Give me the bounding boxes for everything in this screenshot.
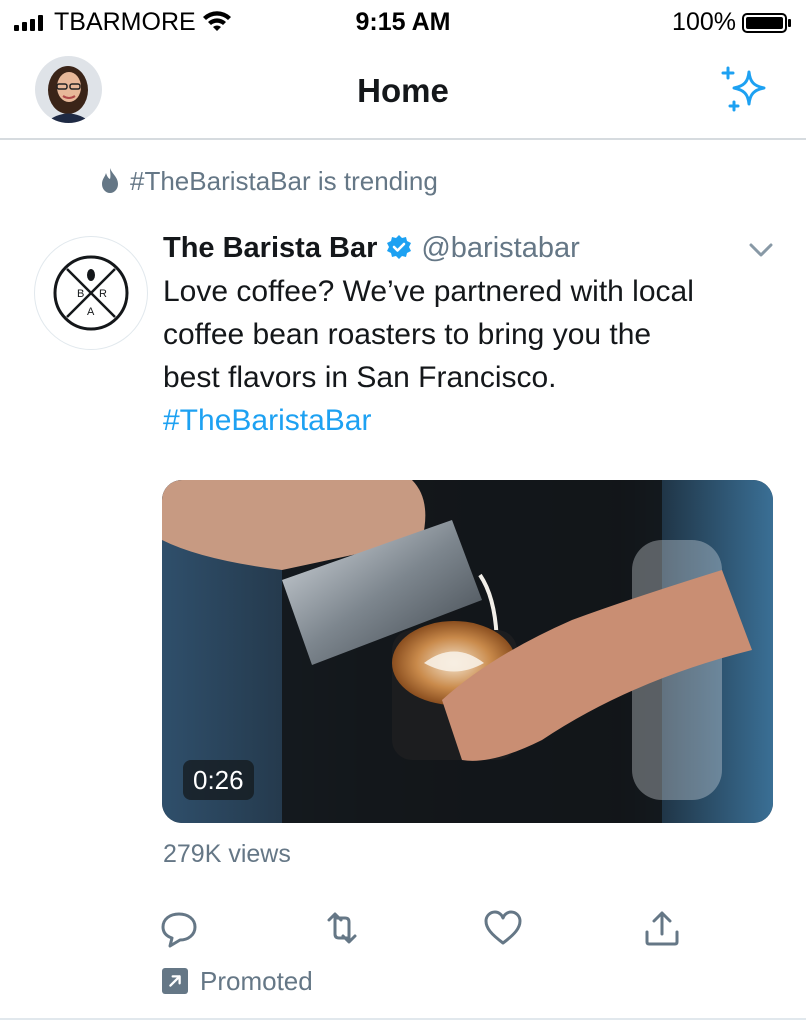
author-avatar[interactable]: B R A [34, 236, 148, 350]
hashtag-link[interactable]: #TheBaristaBar [163, 399, 783, 442]
promoted-label[interactable]: Promoted [162, 963, 313, 999]
tweet-header: The Barista Bar @baristabar [163, 228, 580, 268]
tweet-text-line: coffee bean roasters to bring you the [163, 318, 652, 351]
like-button[interactable] [481, 906, 525, 950]
video-duration: 0:26 [183, 760, 254, 800]
battery-icon [742, 13, 791, 33]
status-bar: TBARMORE 9:15 AM 100% [0, 0, 806, 44]
tweet-text-line: best flavors in San Francisco. [163, 361, 557, 394]
svg-text:B: B [77, 288, 84, 300]
verified-badge-icon [387, 235, 412, 259]
carrier-name: TBARMORE [54, 8, 196, 36]
retweet-button[interactable] [320, 906, 364, 950]
chevron-down-icon[interactable] [748, 240, 774, 260]
retweet-icon [327, 912, 357, 944]
svg-text:R: R [99, 288, 107, 300]
tweet-text-line: Love coffee? We’ve partnered with local [163, 275, 694, 308]
share-icon [645, 911, 679, 946]
top-nav-bar: Home [0, 44, 806, 140]
author-handle[interactable]: @baristabar [421, 232, 579, 265]
social-context-text: #TheBaristaBar is trending [130, 165, 438, 196]
user-avatar[interactable] [35, 56, 102, 123]
signal-strength-icon [14, 15, 46, 31]
video-thumbnail [162, 480, 773, 823]
reply-icon [161, 912, 197, 948]
social-context: #TheBaristaBar is trending [98, 162, 438, 200]
sparkle-icon[interactable] [718, 64, 774, 120]
reply-button[interactable] [157, 906, 201, 950]
promoted-arrow-icon [162, 968, 188, 994]
battery-percent: 100% [672, 8, 736, 36]
page-title: Home [357, 72, 449, 109]
view-count: 279K views [163, 840, 291, 868]
tweet-actions [0, 906, 806, 950]
author-name[interactable]: The Barista Bar [163, 232, 377, 265]
status-time: 9:15 AM [355, 8, 451, 36]
wifi-icon [203, 11, 231, 31]
divider [0, 1018, 806, 1020]
flame-icon [102, 168, 118, 193]
tweet-text: Love coffee? We’ve partnered with local … [163, 270, 783, 442]
share-button[interactable] [640, 906, 684, 950]
video-player[interactable] [162, 480, 773, 823]
like-icon [484, 910, 522, 945]
promoted-text: Promoted [200, 965, 313, 996]
svg-text:A: A [87, 306, 95, 318]
